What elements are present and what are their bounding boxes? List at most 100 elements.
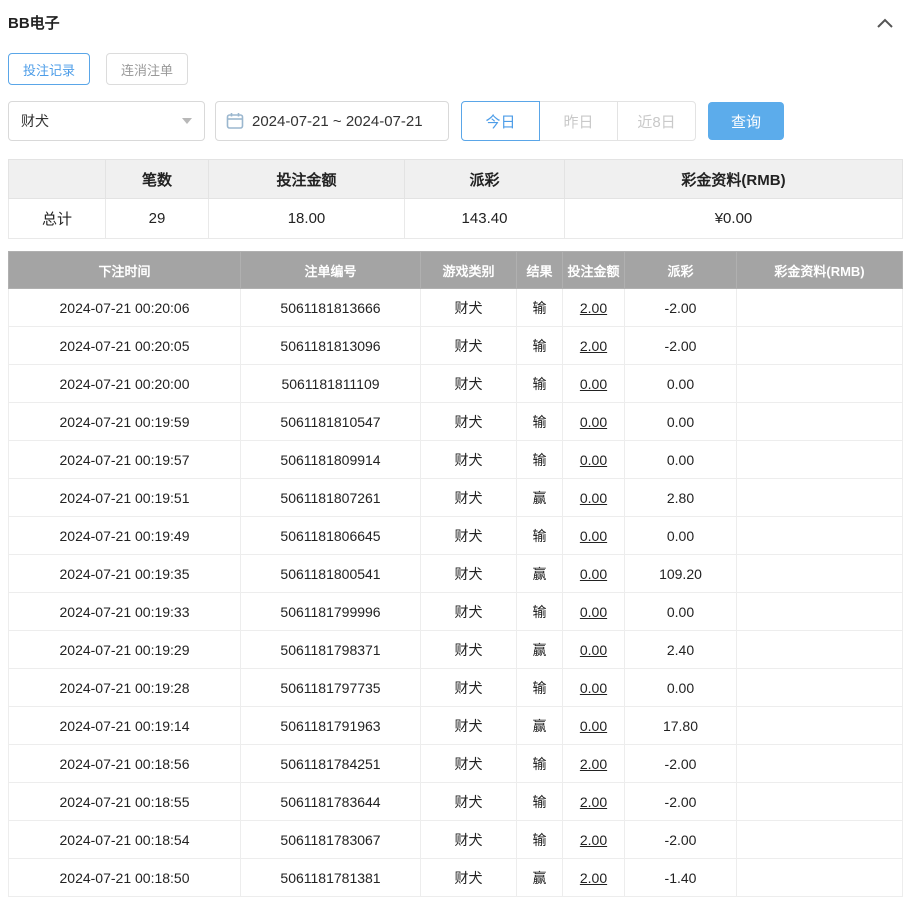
table-row: 2024-07-21 00:19:35 5061181800541 财犬赢 0.00 1… (8, 554, 903, 593)
bet-amount-link[interactable]: 0.00 (562, 440, 625, 479)
cell-bet-time: 2024-07-21 00:19:28 (8, 668, 241, 707)
quick-date-button-group: 今日 昨日 近8日 (461, 101, 696, 141)
header-game-type: 游戏类别 (420, 251, 517, 289)
cell-order-id: 5061181783067 (240, 820, 421, 859)
cell-bonus (736, 782, 903, 821)
today-button[interactable]: 今日 (461, 101, 540, 141)
table-row: 2024-07-21 00:19:14 5061181791963 财犬赢 0.00 1… (8, 706, 903, 745)
bet-amount-link[interactable]: 2.00 (562, 744, 625, 783)
cell-game-type: 财犬 (420, 706, 517, 745)
cell-bonus (736, 706, 903, 745)
cell-result: 输 (516, 326, 563, 365)
bet-amount-link[interactable]: 2.00 (562, 858, 625, 897)
table-row: 2024-07-21 00:18:56 5061181784251 财犬输 2.00-… (8, 744, 903, 783)
bet-amount-link[interactable]: 0.00 (562, 592, 625, 631)
summary-header-bonus: 彩金资料(RMB) (564, 159, 903, 199)
cell-bonus (736, 630, 903, 669)
cell-bonus (736, 668, 903, 707)
cell-result: 输 (516, 364, 563, 403)
cell-payout: 17.80 (624, 706, 737, 745)
cell-bet-time: 2024-07-21 00:19:59 (8, 402, 241, 441)
cell-bet-time: 2024-07-21 00:18:50 (8, 858, 241, 897)
cell-payout: 2.80 (624, 478, 737, 517)
chevron-up-icon (877, 18, 893, 28)
last-8-days-button[interactable]: 近8日 (617, 101, 696, 141)
table-row: 2024-07-21 00:19:57 5061181809914 财犬输 0.00 0… (8, 440, 903, 479)
cell-game-type: 财犬 (420, 668, 517, 707)
cell-game-type: 财犬 (420, 478, 517, 517)
cell-payout: 0.00 (624, 364, 737, 403)
cell-order-id: 5061181813096 (240, 326, 421, 365)
summary-header-blank (8, 159, 106, 199)
table-row: 2024-07-21 00:20:00 5061181811109 财犬输 0.00 0… (8, 364, 903, 403)
cell-order-id: 5061181811109 (240, 364, 421, 403)
cell-bet-time: 2024-07-21 00:19:51 (8, 478, 241, 517)
cell-bonus (736, 364, 903, 403)
cell-bonus (736, 592, 903, 631)
cell-order-id: 5061181810547 (240, 402, 421, 441)
calendar-icon (226, 112, 244, 130)
cell-bonus (736, 326, 903, 365)
table-row: 2024-07-21 00:18:54 5061181783067 财犬输 2.00-… (8, 820, 903, 859)
cell-bonus (736, 478, 903, 517)
cell-payout: -2.00 (624, 288, 737, 327)
table-row: 2024-07-21 00:20:05 5061181813096 财犬输 2.00-… (8, 326, 903, 365)
bet-amount-link[interactable]: 0.00 (562, 706, 625, 745)
cell-bonus (736, 402, 903, 441)
cell-result: 赢 (516, 706, 563, 745)
table-row: 2024-07-21 00:19:33 5061181799996 财犬输 0.00 0… (8, 592, 903, 631)
cell-game-type: 财犬 (420, 402, 517, 441)
table-row: 2024-07-21 00:20:06 5061181813666 财犬输 2.00-… (8, 288, 903, 327)
cell-bonus (736, 516, 903, 555)
bet-amount-link[interactable]: 0.00 (562, 630, 625, 669)
cell-result: 输 (516, 440, 563, 479)
yesterday-button[interactable]: 昨日 (539, 101, 618, 141)
bet-amount-link[interactable]: 2.00 (562, 820, 625, 859)
date-range-value: 2024-07-21 ~ 2024-07-21 (252, 112, 423, 130)
cell-result: 输 (516, 592, 563, 631)
cell-result: 赢 (516, 554, 563, 593)
table-row: 2024-07-21 00:19:29 5061181798371 财犬赢 0.00 2… (8, 630, 903, 669)
bet-records-table: 下注时间 注单编号 游戏类别 结果 投注金额 派彩 彩金资料(RMB) 2024… (8, 251, 903, 897)
bet-amount-link[interactable]: 0.00 (562, 478, 625, 517)
cell-bet-time: 2024-07-21 00:19:57 (8, 440, 241, 479)
cell-bet-time: 2024-07-21 00:18:54 (8, 820, 241, 859)
header-bet-time: 下注时间 (8, 251, 241, 289)
game-select[interactable]: 财犬 (8, 101, 205, 141)
cell-order-id: 5061181781381 (240, 858, 421, 897)
bet-amount-link[interactable]: 2.00 (562, 326, 625, 365)
cell-game-type: 财犬 (420, 326, 517, 365)
table-row: 2024-07-21 00:19:49 5061181806645 财犬输 0.00 0… (8, 516, 903, 555)
bet-amount-link[interactable]: 0.00 (562, 402, 625, 441)
cell-payout: 0.00 (624, 592, 737, 631)
date-range-input[interactable]: 2024-07-21 ~ 2024-07-21 (215, 101, 449, 141)
cell-result: 输 (516, 288, 563, 327)
collapse-panel-button[interactable] (871, 14, 899, 32)
records-header-row: 下注时间 注单编号 游戏类别 结果 投注金额 派彩 彩金资料(RMB) (8, 251, 903, 289)
search-button[interactable]: 查询 (708, 102, 784, 140)
cell-bet-time: 2024-07-21 00:19:29 (8, 630, 241, 669)
header-bonus: 彩金资料(RMB) (736, 251, 903, 289)
header-result: 结果 (516, 251, 563, 289)
summary-total-bet-amount: 18.00 (208, 198, 405, 239)
bet-amount-link[interactable]: 2.00 (562, 782, 625, 821)
cell-order-id: 5061181797735 (240, 668, 421, 707)
cell-bet-time: 2024-07-21 00:20:05 (8, 326, 241, 365)
cell-bonus (736, 440, 903, 479)
bet-amount-link[interactable]: 0.00 (562, 668, 625, 707)
cell-payout: 2.40 (624, 630, 737, 669)
tab-cancelled-orders[interactable]: 连消注单 (106, 53, 189, 85)
bet-amount-link[interactable]: 2.00 (562, 288, 625, 327)
cell-result: 输 (516, 782, 563, 821)
cell-order-id: 5061181813666 (240, 288, 421, 327)
cell-payout: 109.20 (624, 554, 737, 593)
bet-amount-link[interactable]: 0.00 (562, 364, 625, 403)
panel-title: BB电子 (8, 15, 60, 32)
cell-order-id: 5061181798371 (240, 630, 421, 669)
bet-amount-link[interactable]: 0.00 (562, 516, 625, 555)
cell-payout: 0.00 (624, 402, 737, 441)
tab-bet-records[interactable]: 投注记录 (8, 53, 91, 85)
cell-bonus (736, 820, 903, 859)
cell-payout: 0.00 (624, 668, 737, 707)
bet-amount-link[interactable]: 0.00 (562, 554, 625, 593)
